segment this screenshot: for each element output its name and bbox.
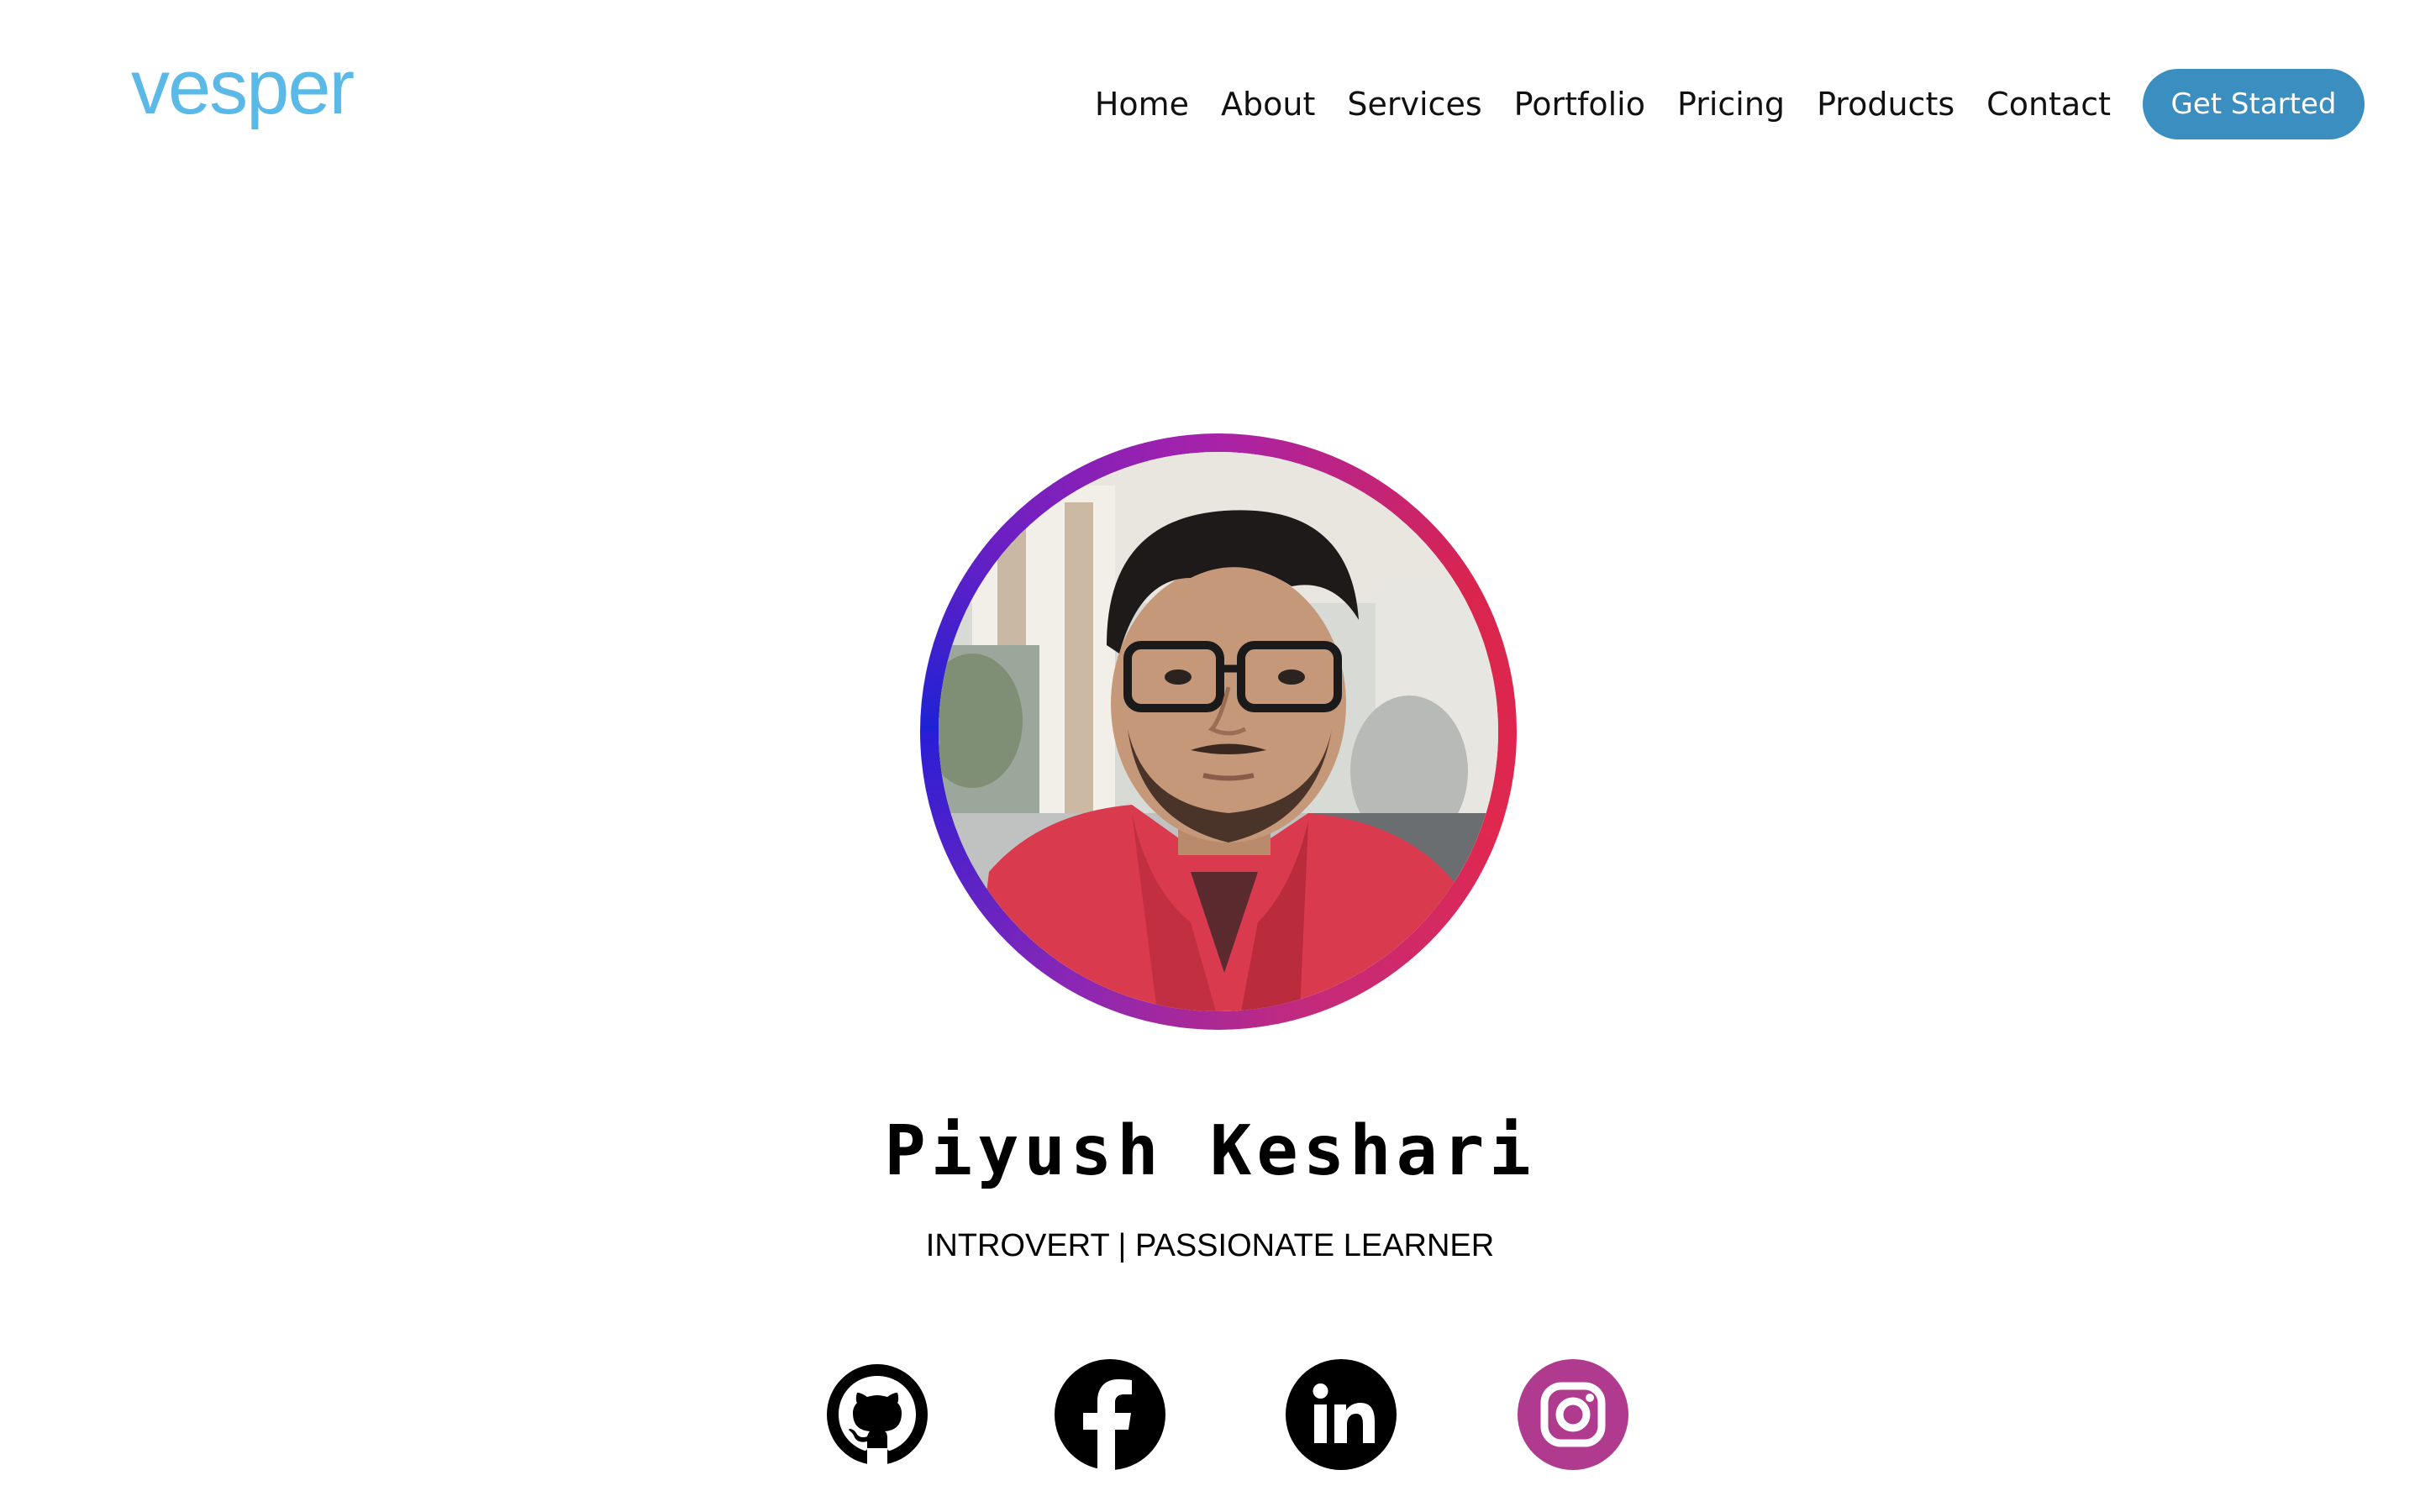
social-links xyxy=(0,1357,2420,1475)
nav-products[interactable]: Products xyxy=(1817,88,1954,120)
nav-portfolio[interactable]: Portfolio xyxy=(1514,88,1645,120)
get-started-button[interactable]: Get Started xyxy=(2143,69,2365,139)
facebook-icon[interactable] xyxy=(1053,1357,1167,1472)
instagram-icon[interactable] xyxy=(1516,1357,1630,1472)
profile-photo-illustration xyxy=(939,452,1498,1011)
profile-name: Piyush Keshari xyxy=(884,1111,1536,1191)
profile-tagline: INTROVERT | PASSIONATE LEARNER xyxy=(925,1228,1495,1263)
nav-contact[interactable]: Contact xyxy=(1986,88,2111,120)
page: vesper Home About Services Portfolio Pri… xyxy=(0,0,2420,1512)
nav-home[interactable]: Home xyxy=(1095,88,1189,120)
nav-services[interactable]: Services xyxy=(1347,88,1481,120)
profile-photo xyxy=(939,452,1498,1011)
vesper-logo[interactable]: vesper xyxy=(131,49,355,126)
nav-about[interactable]: About xyxy=(1221,88,1315,120)
main-nav: Home About Services Portfolio Pricing Pr… xyxy=(1095,69,2365,139)
github-icon[interactable] xyxy=(820,1357,934,1472)
linkedin-icon[interactable] xyxy=(1284,1357,1398,1472)
profile-avatar-ring xyxy=(920,433,1517,1030)
nav-pricing[interactable]: Pricing xyxy=(1677,88,1785,120)
